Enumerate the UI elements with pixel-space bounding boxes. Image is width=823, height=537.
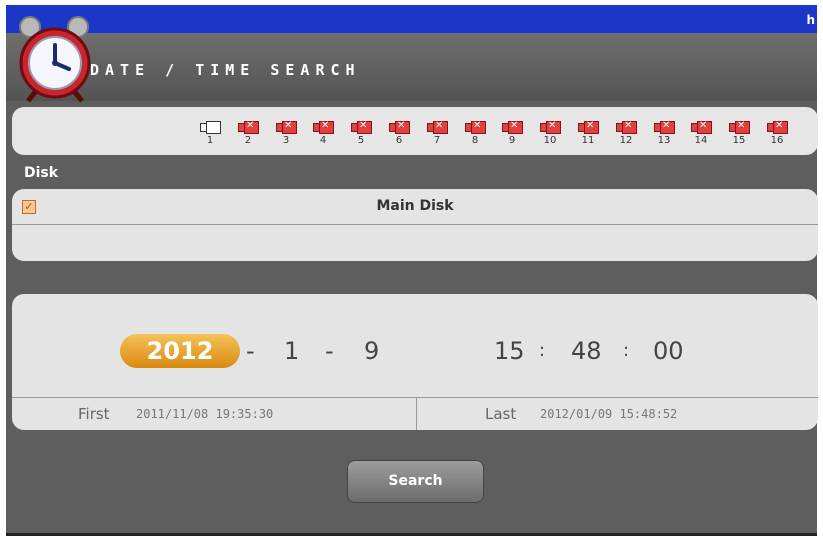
day-field[interactable]: 9 (364, 334, 379, 368)
record-range-row: First 2011/11/08 19:35:30 Last 2012/01/0… (12, 397, 818, 430)
channel-number: 2 (244, 135, 252, 146)
channel-number: 9 (508, 135, 516, 146)
channel-16[interactable]: 16 (762, 120, 792, 151)
first-record-value: 2011/11/08 19:35:30 (136, 407, 274, 421)
title-bar: h (6, 5, 817, 33)
channel-11[interactable]: 11 (573, 120, 603, 151)
month-field[interactable]: 1 (284, 334, 299, 368)
camera-no-signal-icon (389, 120, 410, 134)
channel-number: 15 (732, 135, 746, 146)
camera-no-signal-icon (351, 120, 372, 134)
last-record-label: Last (485, 405, 517, 423)
range-divider (416, 398, 417, 430)
channel-1[interactable]: 1 (195, 121, 225, 151)
date-time-search-window: DATE / TIME SEARCH 123456789101112131415… (6, 16, 818, 536)
second-field[interactable]: 00 (653, 334, 684, 368)
window-header: DATE / TIME SEARCH (6, 33, 817, 101)
camera-no-signal-icon (767, 120, 788, 134)
window-title: DATE / TIME SEARCH (90, 61, 361, 79)
camera-no-signal-icon (313, 120, 334, 134)
channel-number: 4 (319, 135, 327, 146)
camera-no-signal-icon (540, 120, 561, 134)
channel-number: 8 (471, 135, 479, 146)
channel-number: 1 (206, 135, 214, 146)
camera-no-signal-icon (465, 120, 486, 134)
channel-12[interactable]: 12 (611, 120, 641, 151)
channel-number: 13 (657, 135, 671, 146)
camera-no-signal-icon (427, 120, 448, 134)
channel-9[interactable]: 9 (497, 120, 527, 151)
camera-no-signal-icon (616, 120, 637, 134)
date-separator: - (325, 337, 334, 365)
last-record-value: 2012/01/09 15:48:52 (540, 407, 678, 421)
screen: h DATE / TIME SEARCH 1234567891011121314… (0, 0, 823, 537)
camera-no-signal-icon (238, 120, 259, 134)
channel-7[interactable]: 7 (422, 120, 452, 151)
channel-number: 7 (433, 135, 441, 146)
channel-number: 16 (770, 135, 784, 146)
channel-selector: 12345678910111213141516 (12, 107, 818, 155)
minute-field[interactable]: 48 (571, 334, 602, 368)
channel-2[interactable]: 2 (233, 120, 263, 151)
first-record-label: First (78, 405, 110, 423)
disk-list: ✓ Main Disk (12, 189, 818, 261)
year-field[interactable]: 2012 (120, 334, 240, 368)
channel-13[interactable]: 13 (649, 120, 679, 151)
channel-number: 3 (282, 135, 290, 146)
channel-number: 10 (543, 135, 557, 146)
disk-name: Main Disk (376, 198, 454, 214)
datetime-panel: 2012 - 1 - 9 15 : 48 : 00 First 2011/11/… (12, 294, 818, 430)
camera-no-signal-icon (578, 120, 599, 134)
search-button[interactable]: Search (347, 460, 484, 503)
channel-number: 14 (694, 135, 708, 146)
disk-section-label: Disk (24, 165, 59, 181)
time-separator: : (539, 340, 546, 361)
title-bar-corner-text: h (806, 13, 815, 27)
channel-number: 6 (395, 135, 403, 146)
camera-no-signal-icon (691, 120, 712, 134)
camera-icon (200, 121, 221, 134)
alarm-clock-icon (19, 16, 91, 103)
channel-number: 5 (357, 135, 365, 146)
hour-field[interactable]: 15 (494, 334, 525, 368)
camera-no-signal-icon (654, 120, 675, 134)
disk-row-main[interactable]: ✓ Main Disk (12, 189, 818, 225)
date-separator: - (246, 337, 255, 365)
channel-5[interactable]: 5 (346, 120, 376, 151)
channel-8[interactable]: 8 (460, 120, 490, 151)
channel-6[interactable]: 6 (384, 120, 414, 151)
channel-number: 12 (619, 135, 633, 146)
channel-10[interactable]: 10 (535, 120, 565, 151)
time-separator: : (623, 340, 630, 361)
channel-14[interactable]: 14 (686, 120, 716, 151)
channel-3[interactable]: 3 (271, 120, 301, 151)
camera-no-signal-icon (729, 120, 750, 134)
channel-number: 11 (581, 135, 595, 146)
camera-no-signal-icon (276, 120, 297, 134)
channel-4[interactable]: 4 (308, 120, 338, 151)
channel-15[interactable]: 15 (724, 120, 754, 151)
camera-no-signal-icon (502, 120, 523, 134)
